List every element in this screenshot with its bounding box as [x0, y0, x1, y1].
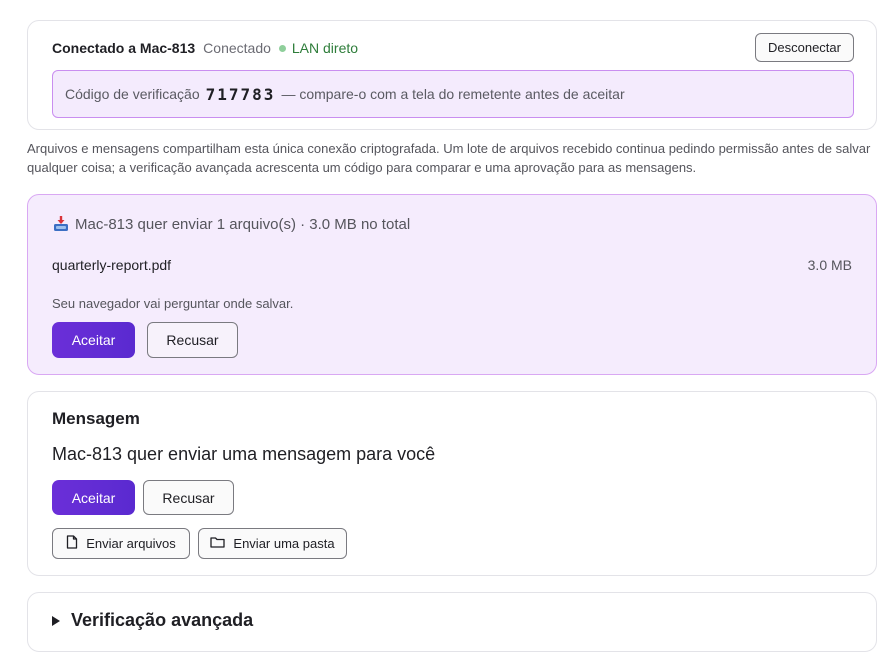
send-files-label: Enviar arquivos: [86, 536, 176, 551]
file-icon: [66, 535, 78, 552]
message-heading: Mensagem: [52, 409, 140, 428]
connection-status-line: Conectado a Mac-813 Conectado LAN direto: [52, 40, 358, 56]
verification-label: Código de verificação: [65, 86, 200, 102]
verification-code: 717783: [205, 84, 276, 104]
online-dot-icon: [278, 44, 286, 52]
connection-card: Conectado a Mac-813 Conectado LAN direto…: [27, 20, 877, 130]
decline-files-button[interactable]: Recusar: [147, 322, 238, 358]
message-request-text: Mac-813 quer enviar uma mensagem para vo…: [52, 444, 436, 464]
verification-hint: — compare-o com a tela do remetente ante…: [281, 86, 625, 102]
connection-link-type: LAN direto: [291, 40, 359, 56]
advanced-verification-toggle[interactable]: Verificação avançada: [52, 610, 253, 631]
info-text: Arquivos e mensagens compartilham esta ú…: [27, 141, 871, 175]
file-name: quarterly-report.pdf: [52, 257, 172, 273]
verification-code-box: Código de verificação 717783 — compare-o…: [52, 70, 854, 118]
accept-files-button[interactable]: Aceitar: [52, 322, 135, 358]
folder-icon: [210, 536, 226, 551]
connection-status: Conectado: [203, 40, 271, 56]
send-files-button[interactable]: Enviar arquivos: [52, 528, 190, 559]
send-folder-button[interactable]: Enviar uma pasta: [198, 528, 347, 559]
decline-message-button[interactable]: Recusar: [143, 480, 234, 515]
file-offer-summary: Mac-813 quer enviar 1 arquivo(s) · 3.0 M…: [75, 215, 411, 233]
disclosure-triangle-icon: [52, 615, 60, 626]
file-offer-card: Mac-813 quer enviar 1 arquivo(s) · 3.0 M…: [27, 194, 877, 375]
accept-message-button[interactable]: Aceitar: [52, 480, 135, 515]
save-note: Seu navegador vai perguntar onde salvar.: [52, 296, 294, 311]
connection-title: Conectado a Mac-813: [52, 40, 196, 56]
send-folder-label: Enviar uma pasta: [233, 536, 335, 551]
file-offer-summary-line: Mac-813 quer enviar 1 arquivo(s) · 3.0 M…: [52, 215, 410, 233]
advanced-verification-card[interactable]: Verificação avançada: [27, 592, 877, 652]
inbox-tray-icon: [52, 215, 70, 233]
message-card: Mensagem Mac-813 quer enviar uma mensage…: [27, 391, 877, 576]
disconnect-button[interactable]: Desconectar: [755, 33, 854, 62]
file-size: 3.0 MB: [807, 257, 852, 273]
advanced-verification-label: Verificação avançada: [71, 610, 254, 630]
